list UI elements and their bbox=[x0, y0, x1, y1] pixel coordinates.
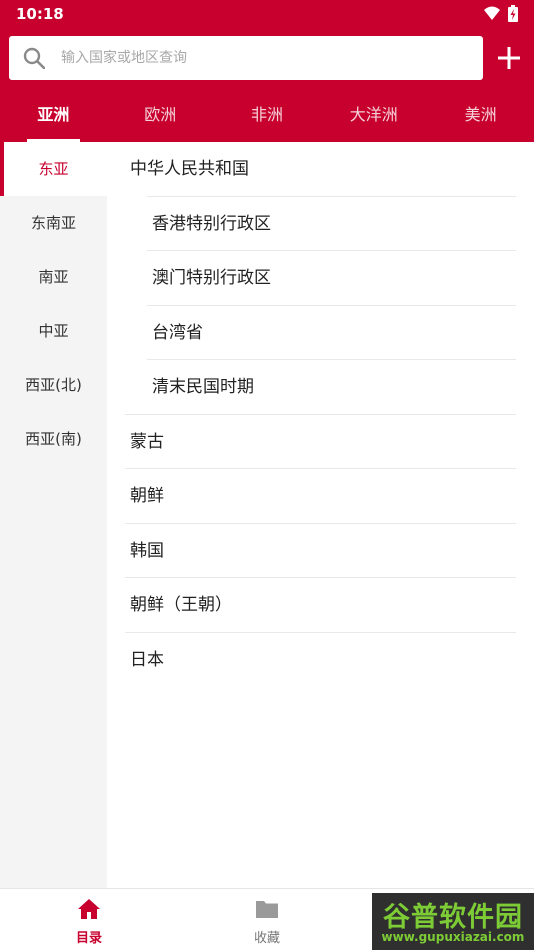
sidebar-item-south-asia[interactable]: 南亚 bbox=[0, 250, 107, 304]
status-bar: 10:18 bbox=[0, 0, 534, 28]
search-icon bbox=[23, 47, 45, 69]
nav-favorites-label: 收藏 bbox=[253, 931, 280, 946]
region-sidebar: 东亚 东南亚 南亚 中亚 西亚(北) 西亚(南) bbox=[0, 142, 107, 888]
site-watermark: 谷普软件园 www.gupuxiazai.com bbox=[372, 893, 534, 950]
app-header: 10:18 亚洲 欧洲 非洲 大洋洲 美洲 bbox=[0, 0, 534, 142]
country-list: 中华人民共和国 香港特别行政区 澳门特别行政区 台湾省 清末民国时期 蒙古 朝鲜… bbox=[107, 142, 534, 888]
tab-asia[interactable]: 亚洲 bbox=[0, 94, 107, 142]
list-item-label: 中华人民共和国 bbox=[130, 159, 249, 179]
tab-africa[interactable]: 非洲 bbox=[214, 94, 321, 142]
list-item[interactable]: 日本 bbox=[107, 633, 534, 688]
watermark-url: www.gupuxiazai.com bbox=[381, 930, 525, 944]
tab-americas[interactable]: 美洲 bbox=[427, 94, 534, 142]
battery-icon bbox=[508, 5, 518, 22]
list-item[interactable]: 韩国 bbox=[107, 524, 534, 578]
wifi-icon bbox=[484, 6, 500, 20]
list-item[interactable]: 台湾省 bbox=[107, 306, 534, 360]
sidebar-item-west-asia-south[interactable]: 西亚(南) bbox=[0, 412, 107, 466]
list-item[interactable]: 蒙古 bbox=[107, 415, 534, 469]
list-item-label: 蒙古 bbox=[130, 431, 164, 452]
watermark-text: 谷普软件园 bbox=[383, 902, 523, 933]
list-item-label: 香港特别行政区 bbox=[152, 213, 271, 234]
nav-catalog-label: 目录 bbox=[75, 931, 102, 946]
list-item[interactable]: 朝鲜 bbox=[107, 469, 534, 524]
continent-tabs: 亚洲 欧洲 非洲 大洋洲 美洲 bbox=[0, 94, 534, 142]
list-item[interactable]: 清末民国时期 bbox=[107, 360, 534, 415]
status-time: 10:18 bbox=[16, 5, 64, 23]
add-button[interactable] bbox=[492, 40, 526, 76]
list-item-label: 澳门特别行政区 bbox=[152, 268, 271, 288]
folder-icon bbox=[256, 901, 278, 918]
nav-favorites[interactable]: 收藏 bbox=[178, 889, 356, 950]
search-box[interactable] bbox=[9, 36, 483, 80]
tab-europe[interactable]: 欧洲 bbox=[107, 94, 214, 142]
list-item[interactable]: 朝鲜（王朝） bbox=[107, 578, 534, 633]
list-item-label: 韩国 bbox=[130, 540, 164, 561]
sidebar-item-southeast-asia[interactable]: 东南亚 bbox=[0, 196, 107, 250]
list-item-label: 朝鲜 bbox=[130, 486, 164, 506]
list-item[interactable]: 澳门特别行政区 bbox=[107, 251, 534, 306]
list-item[interactable]: 中华人民共和国 bbox=[107, 142, 534, 197]
sidebar-item-central-asia[interactable]: 中亚 bbox=[0, 304, 107, 358]
tab-oceania[interactable]: 大洋洲 bbox=[320, 94, 427, 142]
home-icon bbox=[78, 899, 100, 919]
search-input[interactable] bbox=[61, 36, 471, 80]
nav-catalog[interactable]: 目录 bbox=[0, 889, 178, 950]
list-item-label: 朝鲜（王朝） bbox=[130, 595, 232, 615]
list-item-label: 日本 bbox=[130, 649, 164, 670]
list-item[interactable]: 香港特别行政区 bbox=[107, 197, 534, 251]
list-item-label: 清末民国时期 bbox=[152, 377, 254, 397]
sidebar-item-west-asia-north[interactable]: 西亚(北) bbox=[0, 358, 107, 412]
sidebar-item-east-asia[interactable]: 东亚 bbox=[0, 142, 107, 196]
list-item-label: 台湾省 bbox=[152, 322, 203, 343]
